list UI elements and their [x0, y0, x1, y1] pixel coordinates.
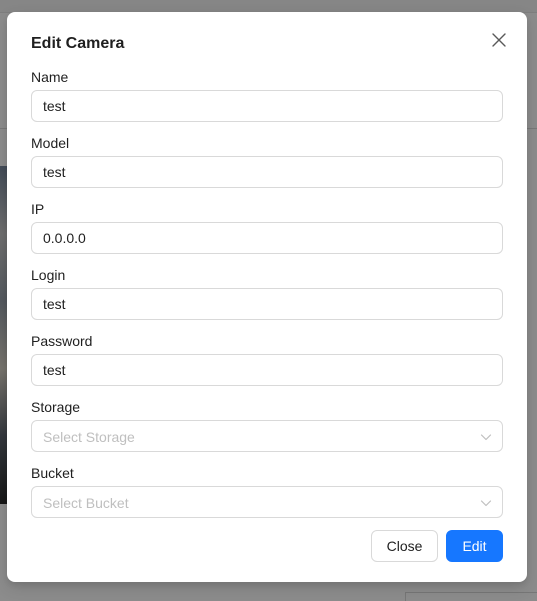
- chevron-down-icon: [480, 431, 492, 443]
- bucket-placeholder: Select Bucket: [43, 495, 129, 511]
- login-input[interactable]: [31, 288, 503, 320]
- password-input[interactable]: [31, 354, 503, 386]
- chevron-down-icon: [480, 497, 492, 509]
- ip-input[interactable]: [31, 222, 503, 254]
- ip-label: IP: [31, 201, 45, 217]
- edit-button[interactable]: Edit: [446, 530, 503, 562]
- close-button[interactable]: Close: [371, 530, 438, 562]
- close-icon[interactable]: [489, 30, 509, 50]
- storage-select[interactable]: Select Storage: [31, 420, 503, 452]
- login-label: Login: [31, 267, 66, 283]
- model-label: Model: [31, 135, 70, 151]
- password-label: Password: [31, 333, 93, 349]
- name-input[interactable]: [31, 90, 503, 122]
- edit-camera-modal: Edit Camera Name Model IP Login Password…: [7, 12, 527, 582]
- storage-label: Storage: [31, 399, 81, 415]
- name-label: Name: [31, 69, 69, 85]
- modal-title: Edit Camera: [31, 35, 125, 52]
- bucket-label: Bucket: [31, 465, 74, 481]
- model-input[interactable]: [31, 156, 503, 188]
- storage-placeholder: Select Storage: [43, 429, 135, 445]
- bucket-select[interactable]: Select Bucket: [31, 486, 503, 518]
